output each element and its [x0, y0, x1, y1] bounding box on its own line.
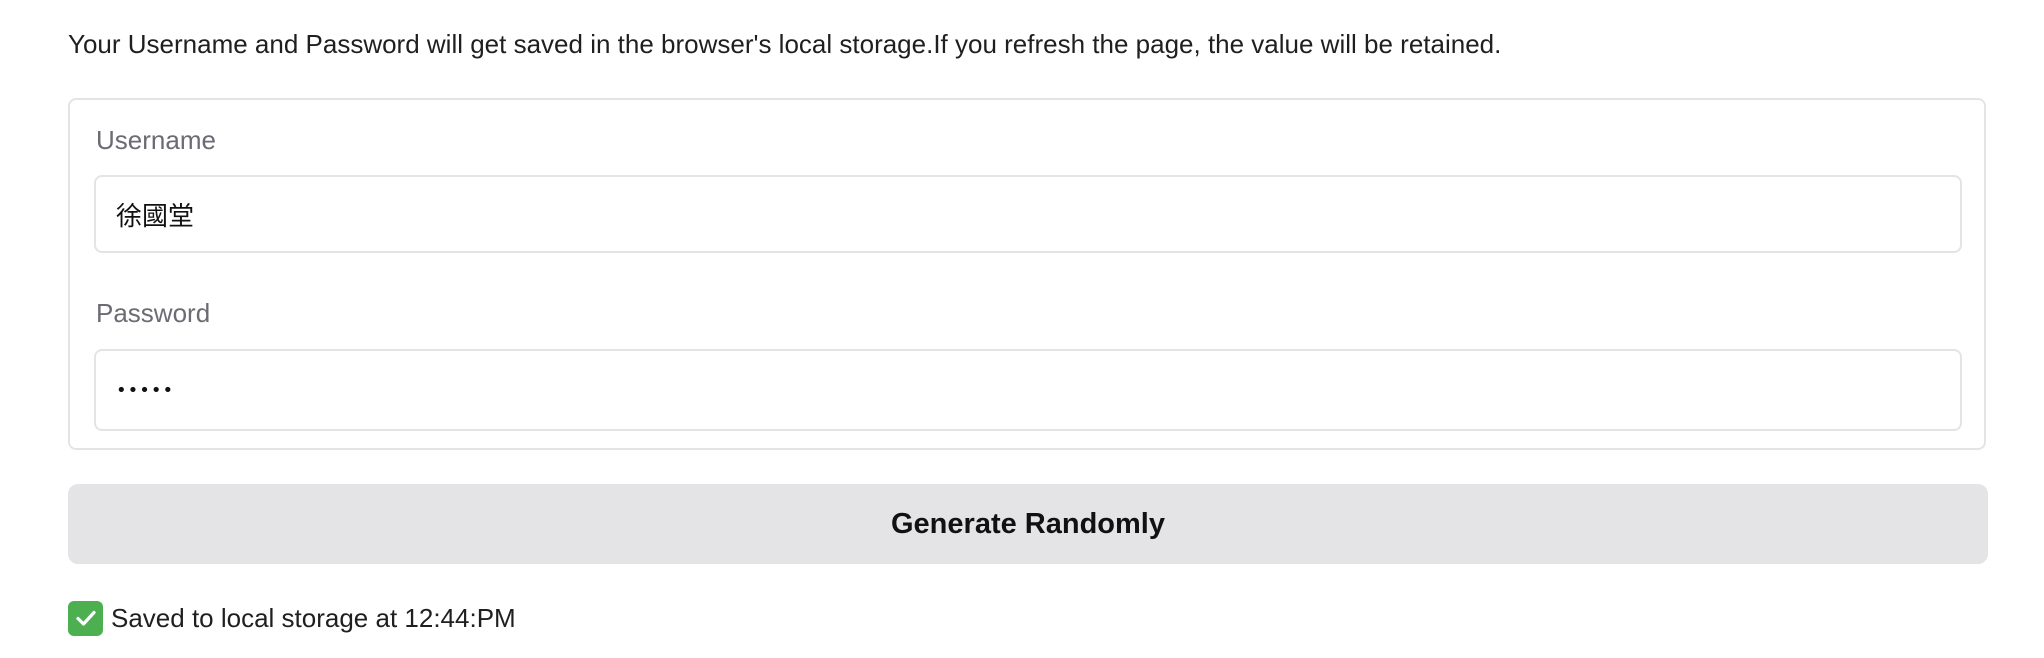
username-label: Username — [96, 125, 216, 155]
intro-text: Your Username and Password will get save… — [68, 29, 1502, 59]
password-label: Password — [96, 298, 211, 328]
save-status-text: Saved to local storage at 12:44:PM — [111, 602, 516, 633]
check-mark-icon — [68, 600, 103, 636]
username-input[interactable] — [94, 175, 1962, 253]
password-input[interactable] — [94, 349, 1962, 431]
generate-randomly-button[interactable]: Generate Randomly — [68, 484, 1988, 564]
save-status: Saved to local storage at 12:44:PM — [68, 598, 516, 638]
credentials-form: Username Password — [68, 98, 1986, 450]
